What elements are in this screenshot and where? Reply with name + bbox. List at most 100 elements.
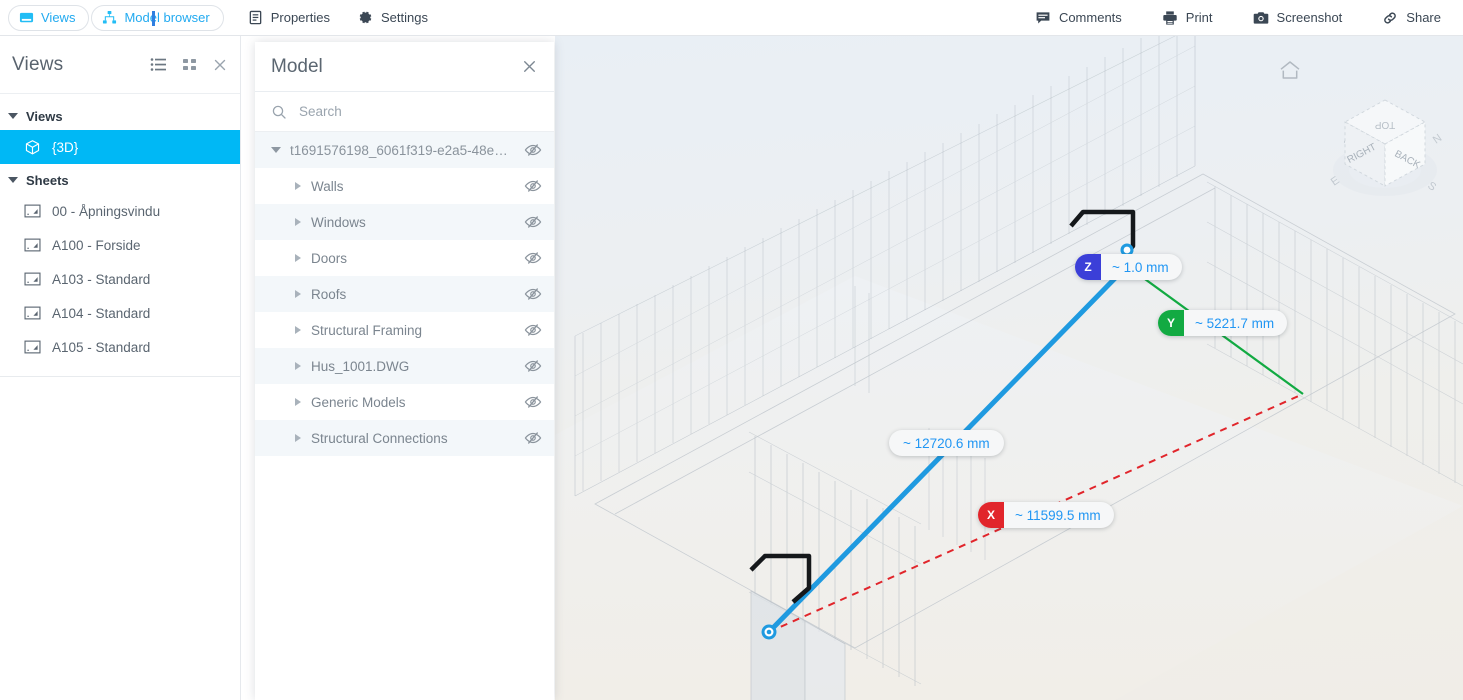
model-tree-row-structural-framing-label: Structural Framing [311,322,423,338]
menu-settings-label: Settings [380,10,428,25]
views-header-actions [150,56,228,73]
model-tree-row-generic-models-label: Generic Models [311,394,406,410]
sheet-icon [24,306,41,320]
text-cursor [152,10,156,26]
search-input[interactable] [299,104,499,119]
model-viewport[interactable]: N S E W TOP RIGHT BACK Z ~ 1.0 mm Y ~ 52… [555,36,1463,700]
divider [0,376,240,377]
list-view-icon[interactable] [150,56,167,73]
model-tree-row-doors[interactable]: Doors [255,240,554,276]
chevron-right-icon[interactable] [295,290,301,298]
tab-views-label: Views [41,10,76,25]
action-screenshot[interactable]: Screenshot [1245,5,1351,31]
model-tree-row-root[interactable]: t1691576198_6061f319-e2a5-48e… [255,132,554,168]
chevron-right-icon[interactable] [295,398,301,406]
chevron-right-icon[interactable] [295,362,301,370]
eye-hidden-icon[interactable] [524,394,542,410]
compass-n: N [1431,132,1444,146]
measurement-value-total: ~ 12720.6 mm [903,435,990,451]
action-share[interactable]: Share [1374,5,1449,31]
toolbar-right-group: Comments Print Screenshot Share [1027,5,1463,31]
menu-properties-label: Properties [270,10,330,25]
model-tree: t1691576198_6061f319-e2a5-48e… Walls Win… [255,132,554,456]
axis-badge-x: X [978,502,1004,528]
chevron-right-icon[interactable] [295,182,301,190]
home-icon[interactable] [1279,60,1301,85]
model-search-row[interactable] [255,92,554,132]
eye-hidden-icon[interactable] [524,358,542,374]
views-tree: Views {3D} Sheets 00 - Åpningsvindu A100… [0,94,240,377]
chevron-right-icon[interactable] [295,326,301,334]
views-header: Views [0,36,240,94]
search-icon [271,104,287,120]
sidebar-item-sheet-2-label: A103 - Standard [52,271,151,287]
model-tree-row-structural-connections[interactable]: Structural Connections [255,420,554,456]
link-icon [1382,10,1398,26]
model-tree-row-walls[interactable]: Walls [255,168,554,204]
close-icon[interactable] [212,57,228,73]
model-tree-row-generic-models[interactable]: Generic Models [255,384,554,420]
action-share-label: Share [1406,10,1441,25]
model-browser-panel: Model t1691576198_6061f319-e2a5-48e… [255,42,554,700]
close-icon[interactable] [521,58,538,75]
model-tree-row-root-label: t1691576198_6061f319-e2a5-48e… [290,142,508,158]
sidebar-item-sheet-4[interactable]: A105 - Standard [0,330,240,364]
views-title: Views [12,53,64,75]
chevron-right-icon[interactable] [295,218,301,226]
model-tree-row-roofs[interactable]: Roofs [255,276,554,312]
view-cube[interactable]: N S E W TOP RIGHT BACK [1320,94,1450,214]
eye-hidden-icon[interactable] [524,178,542,194]
eye-hidden-icon[interactable] [524,286,542,302]
action-comments-label: Comments [1058,10,1122,25]
action-print-label: Print [1185,10,1213,25]
app-root: Views Model browser Properties Settings … [0,0,1463,700]
axis-badge-z: Z [1075,254,1101,280]
tree-group-sheets-label: Sheets [26,172,69,188]
eye-hidden-icon[interactable] [524,250,542,266]
model-tree-row-windows-label: Windows [311,214,366,230]
menu-settings[interactable]: Settings [350,5,436,31]
tab-model-browser-label: Model browser [124,10,210,25]
tree-group-views[interactable]: Views [0,102,240,130]
measurement-chip-x[interactable]: X ~ 11599.5 mm [978,502,1114,528]
eye-hidden-icon[interactable] [524,322,542,338]
sidebar-item-sheet-0[interactable]: 00 - Åpningsvindu [0,194,240,228]
model-tree-row-hus-dwg-label: Hus_1001.DWG [311,358,410,374]
menu-properties[interactable]: Properties [240,5,338,31]
camera-icon [1253,10,1269,26]
tab-views[interactable]: Views [8,4,90,31]
eye-hidden-icon[interactable] [524,142,542,158]
model-tree-row-hus-dwg[interactable]: Hus_1001.DWG [255,348,554,384]
views-sidebar: Views Views {3D} Sheets 00 - Åpningsvind… [0,36,241,700]
model-tree-row-doors-label: Doors [311,250,348,266]
eye-hidden-icon[interactable] [524,214,542,230]
sidebar-item-sheet-1[interactable]: A100 - Forside [0,228,240,262]
grid-view-icon[interactable] [182,57,197,72]
eye-hidden-icon[interactable] [524,430,542,446]
action-print[interactable]: Print [1154,5,1221,31]
action-comments[interactable]: Comments [1027,5,1130,31]
chevron-right-icon[interactable] [295,254,301,262]
model-tree-row-roofs-label: Roofs [311,286,347,302]
measurement-chip-z[interactable]: Z ~ 1.0 mm [1075,254,1182,280]
sidebar-item-3d-view[interactable]: {3D} [0,130,240,164]
chevron-down-icon[interactable] [271,147,281,153]
chevron-down-icon [8,177,18,183]
sheet-icon [24,272,41,286]
properties-icon [248,10,263,25]
model-tree-row-structural-connections-label: Structural Connections [311,430,448,446]
measurement-chip-y[interactable]: Y ~ 5221.7 mm [1158,310,1288,336]
model-tree-row-structural-framing[interactable]: Structural Framing [255,312,554,348]
tree-group-sheets[interactable]: Sheets [0,166,240,194]
measurement-value-x: ~ 11599.5 mm [1015,507,1101,523]
model-tree-row-windows[interactable]: Windows [255,204,554,240]
sheet-icon [24,340,41,354]
chevron-down-icon [8,113,18,119]
tab-model-browser[interactable]: Model browser [91,4,224,31]
measurement-chip-total[interactable]: ~ 12720.6 mm [889,430,1004,456]
model-browser-icon [102,10,117,25]
sidebar-item-3d-view-label: {3D} [52,139,79,155]
sidebar-item-sheet-2[interactable]: A103 - Standard [0,262,240,296]
chevron-right-icon[interactable] [295,434,301,442]
sidebar-item-sheet-3[interactable]: A104 - Standard [0,296,240,330]
